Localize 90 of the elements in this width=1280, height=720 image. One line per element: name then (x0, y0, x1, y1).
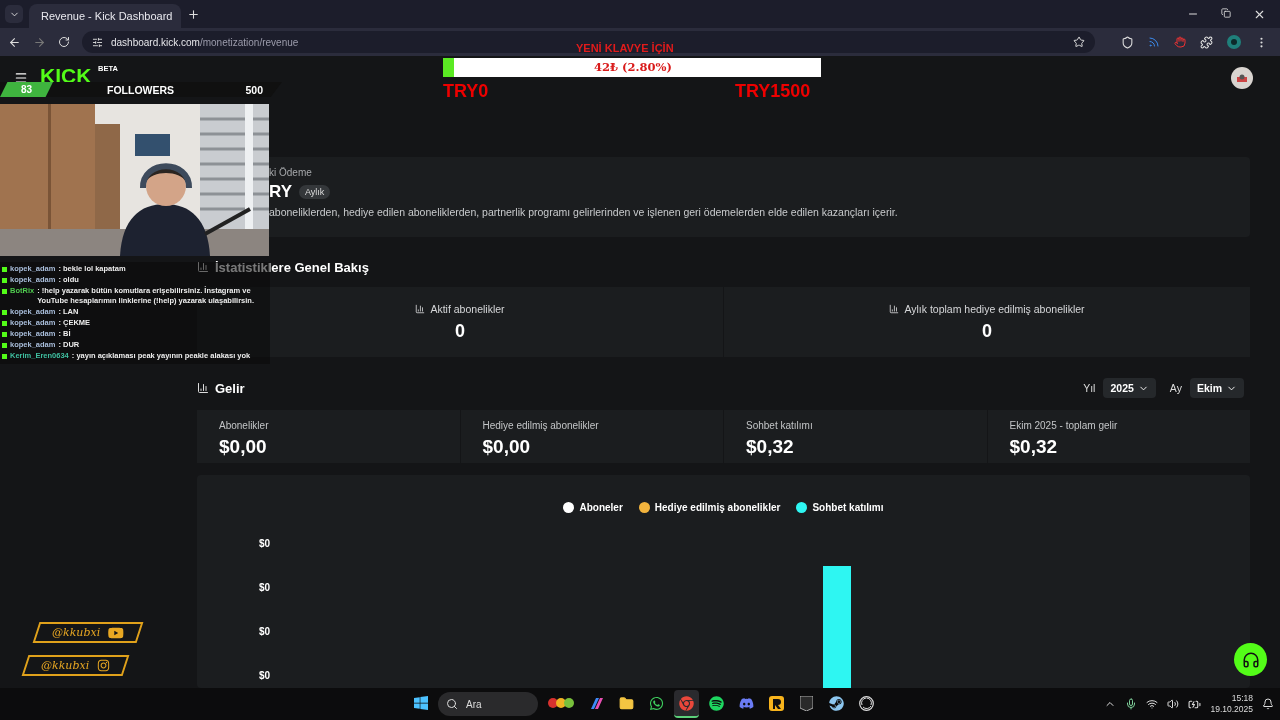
date: 19.10.2025 (1210, 704, 1253, 715)
copilot-icon[interactable] (589, 695, 604, 711)
filter-select[interactable]: 2025 (1103, 378, 1156, 398)
taskbar-search[interactable]: Ara (438, 692, 538, 716)
filter-label: Ay (1169, 382, 1182, 394)
chat-badge-icon (2, 278, 7, 283)
legend-label: Sohbet katılımı (812, 502, 884, 513)
social-badge: @kkubxi (32, 622, 144, 643)
payout-description: aboneliklerden, hediye edilen aboneliklerden, partnerlik programı gelirlerinden ve işlenen geri ödemelerden elde edilen kazançları içerir. (269, 206, 899, 218)
back-icon[interactable] (8, 35, 21, 49)
follower-label: FOLLOWERS (107, 83, 175, 96)
discord-icon[interactable] (739, 695, 754, 711)
stats-icon (197, 261, 209, 273)
search-icon (446, 698, 458, 710)
chart-icon (889, 303, 900, 314)
chat-badge-icon (2, 289, 7, 294)
chat-badge-icon (2, 267, 7, 272)
user-avatar[interactable] (1231, 67, 1253, 89)
extensions-icon[interactable] (1200, 35, 1213, 49)
goal-reading: 42₺ (2.80%) (594, 60, 672, 74)
tab-list-button[interactable] (5, 5, 23, 23)
obs-icon[interactable] (859, 695, 874, 711)
payout-amount: RY (269, 182, 292, 202)
site-settings-icon[interactable] (92, 36, 103, 48)
microphone-icon[interactable] (1125, 698, 1138, 710)
time: 15:18 (1231, 693, 1253, 704)
revenue-value: $0,00 (482, 436, 532, 458)
axis-label: $0 (258, 626, 270, 637)
steam-icon[interactable] (829, 695, 844, 711)
taskbar-app[interactable] (674, 690, 699, 718)
whatsapp-icon[interactable] (649, 695, 664, 711)
instagram-icon (97, 659, 111, 672)
revenue-label: Ekim 2025 - toplam gelir (1009, 420, 1119, 431)
forward-icon[interactable] (33, 35, 46, 49)
stat-label-text: Aylık toplam hediye edilmiş abonelikler (904, 302, 1085, 315)
wifi-icon[interactable] (1146, 698, 1159, 710)
folder-icon[interactable] (619, 695, 634, 711)
chat-badge-icon (2, 343, 7, 348)
reload-icon[interactable] (58, 36, 70, 48)
payout-label: ki Ödeme (269, 167, 313, 178)
clock[interactable]: 15:18 19.10.2025 (1210, 693, 1253, 715)
axis-label: $0 (258, 538, 270, 549)
notification-icon[interactable] (1262, 698, 1274, 710)
revenue-label: Sohbet katılımı (746, 420, 814, 431)
profile-avatar-icon[interactable] (1227, 35, 1241, 49)
stat-label-text: Aktif abonelikler (430, 302, 505, 315)
chrome-icon[interactable] (679, 695, 694, 711)
period-tag: Aylık (299, 185, 331, 199)
revenue-value: $0,00 (219, 436, 268, 458)
revenue-value: $0,32 (746, 436, 795, 458)
filter-select[interactable]: Ekim (1189, 378, 1244, 398)
axis-label: $0 (258, 582, 270, 593)
filter-label: Yıl (1083, 382, 1096, 394)
goal-max: TRY1500 (735, 81, 811, 102)
new-tab-icon[interactable] (187, 7, 200, 21)
legend-label: Aboneler (579, 502, 623, 513)
headset-icon (1241, 650, 1260, 669)
revenue-value: $0,32 (1009, 436, 1059, 458)
legend-item[interactable]: Aboneler (563, 502, 623, 513)
follower-goal: 500 (245, 83, 263, 96)
goal-title: YENİ KLAVYE İÇİN (576, 42, 674, 54)
chat-badge-icon (2, 354, 7, 359)
revenue-label: Abonelikler (219, 420, 270, 431)
stat-value: 0 (455, 320, 465, 342)
legend-item[interactable]: Sohbet katılımı (796, 502, 884, 513)
revenue-label: Hediye edilmiş abonelikler (482, 420, 600, 431)
chat-badge-icon (2, 310, 7, 315)
section-title: Gelir (215, 380, 245, 396)
chat-badge-icon (2, 332, 7, 337)
spotify-icon[interactable] (709, 695, 724, 711)
rockstar-icon[interactable] (769, 695, 784, 711)
chart-icon (415, 303, 426, 314)
signal-waves-icon[interactable] (1148, 36, 1160, 48)
volume-icon[interactable] (1167, 698, 1180, 710)
social-badge: @kkubxi (21, 655, 130, 676)
bookmark-star-icon[interactable] (1073, 36, 1085, 48)
restore-icon[interactable] (1221, 7, 1231, 18)
chat-badge-icon (2, 321, 7, 326)
revenue-icon (197, 382, 209, 394)
fruits-icon[interactable] (548, 697, 574, 709)
menu-icon[interactable] (14, 71, 28, 85)
windows-icon (412, 695, 429, 711)
axis-label: $0 (258, 670, 270, 681)
browser-tab[interactable]: Revenue - Kick Dashboard (29, 4, 181, 28)
goal-min: TRY0 (443, 81, 489, 102)
stat-value: 0 (982, 320, 992, 342)
shield-icon[interactable] (1121, 35, 1134, 49)
follower-count: 83 (0, 82, 53, 97)
section-title: İstatistiklere Genel Bakış (215, 259, 369, 275)
epic-icon[interactable] (800, 695, 813, 711)
